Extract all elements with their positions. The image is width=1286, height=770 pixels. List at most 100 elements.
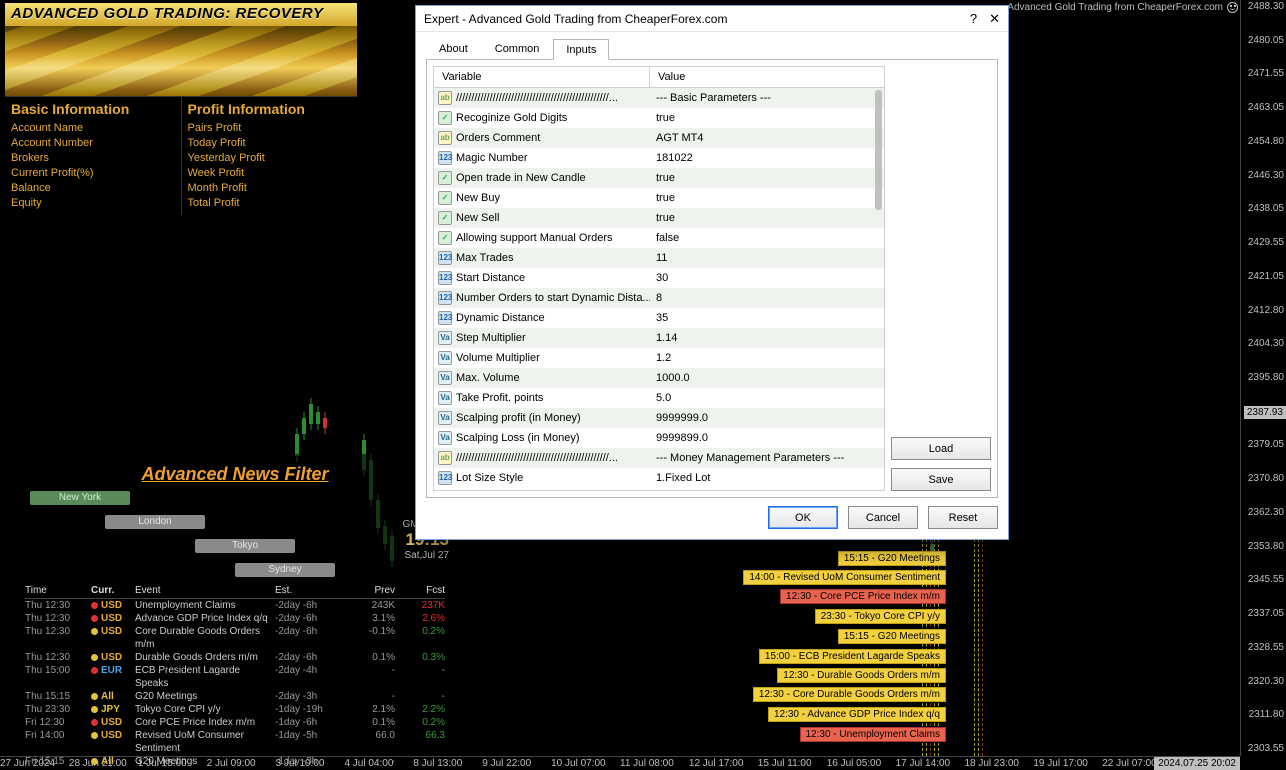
param-value[interactable]: true [650,212,884,224]
param-row[interactable]: VaVolume Multiplier1.2 [434,348,884,368]
param-name: ////////////////////////////////////////… [456,452,618,464]
profit-info-col: Profit Information Pairs ProfitToday Pro… [182,97,358,215]
time-tick: 11 Jul 08:00 [620,758,689,769]
basic-info-col: Basic Information Account NameAccount Nu… [5,97,182,215]
param-value[interactable]: 181022 [650,152,884,164]
param-type-icon: 123 [438,471,452,485]
param-type-icon: 123 [438,311,452,325]
param-value[interactable]: 1000.0 [650,372,884,384]
param-row[interactable]: VaScalping profit (in Money)9999999.0 [434,408,884,428]
price-tick: 2345.55 [1248,574,1284,585]
param-row[interactable]: ✓New Buytrue [434,188,884,208]
param-row[interactable]: VaTake Profit. points5.0 [434,388,884,408]
time-tick: 19 Jul 17:00 [1033,758,1102,769]
param-name: Max Trades [456,252,513,264]
param-row[interactable]: abOrders CommentAGT MT4 [434,128,884,148]
param-type-icon: ab [438,451,452,465]
load-button[interactable]: Load [891,437,991,460]
param-type-icon: Va [438,431,452,445]
price-tick: 2488.30 [1248,1,1284,12]
param-name: Lot Size Style [456,472,523,484]
param-value[interactable]: 1.Fixed Lot [650,472,884,484]
news-filter-title: Advanced News Filter [25,464,445,485]
price-tick: 2463.05 [1248,102,1284,113]
param-name: Dynamic Distance [456,312,545,324]
event-flag[interactable]: 15:15 - G20 Meetings [838,551,946,566]
tab-inputs[interactable]: Inputs [553,39,609,60]
help-icon[interactable]: ? [970,11,977,26]
price-tick: 2311.80 [1249,709,1284,720]
param-row[interactable]: ✓New Selltrue [434,208,884,228]
event-flag[interactable]: 12:30 - Unemployment Claims [800,727,947,742]
param-value[interactable]: 9999999.0 [650,412,884,424]
param-value[interactable]: AGT MT4 [650,132,884,144]
param-value[interactable]: --- Basic Parameters --- [650,92,884,104]
close-icon[interactable]: ✕ [989,11,1000,27]
price-tick: 2454.80 [1248,136,1284,147]
param-row[interactable]: ✓Open trade in New Candletrue [434,168,884,188]
param-type-icon: ✓ [438,231,452,245]
param-row[interactable]: ab//////////////////////////////////////… [434,88,884,108]
ok-button[interactable]: OK [768,506,838,529]
param-row[interactable]: VaStep Multiplier1.14 [434,328,884,348]
info-label: Account Name [11,121,175,136]
scrollbar-thumb[interactable] [875,90,882,210]
param-row[interactable]: VaScalping Loss (in Money)9999899.0 [434,428,884,448]
param-row[interactable]: 123 Max Trades 11 [434,248,884,268]
tab-about[interactable]: About [426,38,481,59]
param-value[interactable]: false [650,232,884,244]
reset-button[interactable]: Reset [928,506,998,529]
param-value[interactable]: 30 [650,272,884,284]
param-type-icon: 123 [438,251,452,265]
param-value[interactable]: 8 [650,292,884,304]
event-flag[interactable]: 23:30 - Tokyo Core CPI y/y [815,609,946,624]
cancel-button[interactable]: Cancel [848,506,918,529]
event-flag[interactable]: 12:30 - Advance GDP Price Index q/q [768,707,946,722]
event-flag[interactable]: 12:30 - Durable Goods Orders m/m [777,668,946,683]
price-tick: 2412.80 [1248,305,1284,316]
param-value[interactable]: 9999899.0 [650,432,884,444]
param-row[interactable]: 123 Dynamic Distance 35 [434,308,884,328]
param-row[interactable]: ✓Recoginize Gold Digitstrue [434,108,884,128]
param-type-icon: Va [438,371,452,385]
param-row[interactable]: VaMax. Volume1000.0 [434,368,884,388]
tab-common[interactable]: Common [482,38,553,59]
param-type-icon: ✓ [438,191,452,205]
param-list[interactable]: ab //////////////////////////////////////… [433,88,885,491]
param-value[interactable]: true [650,172,884,184]
param-value[interactable]: 1.2 [650,352,884,364]
param-name: Orders Comment [456,132,540,144]
param-value[interactable]: 35 [650,312,884,324]
event-flag[interactable]: 14:00 - Revised UoM Consumer Sentiment [743,570,946,585]
session-strip: SydneyTokyoLondonNew York GMT time: 19:1… [25,491,445,581]
param-value[interactable]: --- Money Management Parameters --- [650,452,884,464]
param-value[interactable]: true [650,192,884,204]
event-flag[interactable]: 12:30 - Core PCE Price Index m/m [780,589,946,604]
param-row[interactable]: ab //////////////////////////////////////… [434,448,884,468]
event-flag[interactable]: 15:15 - G20 Meetings [838,629,946,644]
param-row[interactable]: 123Start Distance30 [434,268,884,288]
param-name: Magic Number [456,152,528,164]
info-label: Week Profit [188,166,352,181]
param-row[interactable]: 123Number Orders to start Dynamic Dista.… [434,288,884,308]
price-tick: 2303.55 [1248,743,1284,754]
event-flag[interactable]: 15:00 - ECB President Lagarde Speaks [759,649,946,664]
price-tick: 2379.05 [1248,439,1284,450]
param-name: Start Distance [456,272,525,284]
info-label: Month Profit [188,181,352,196]
session-bar: London [105,515,205,529]
param-name: Number Orders to start Dynamic Dista... [456,292,650,304]
param-value[interactable]: 1.14 [650,332,884,344]
param-header: Variable Value [433,66,885,88]
param-value[interactable]: true [650,112,884,124]
param-row[interactable]: 123 Lot Size Style 1.Fixed Lot [434,468,884,488]
param-value[interactable]: 11 [650,252,884,264]
param-row[interactable]: 123Magic Number181022 [434,148,884,168]
save-button[interactable]: Save [891,468,991,491]
price-tick: 2328.55 [1248,642,1284,653]
param-row[interactable]: ✓Allowing support Manual Ordersfalse [434,228,884,248]
dialog-titlebar[interactable]: Expert - Advanced Gold Trading from Chea… [416,6,1008,32]
param-value[interactable]: 5.0 [650,392,884,404]
event-flag[interactable]: 12:30 - Core Durable Goods Orders m/m [753,687,946,702]
session-bar: Sydney [235,563,335,577]
